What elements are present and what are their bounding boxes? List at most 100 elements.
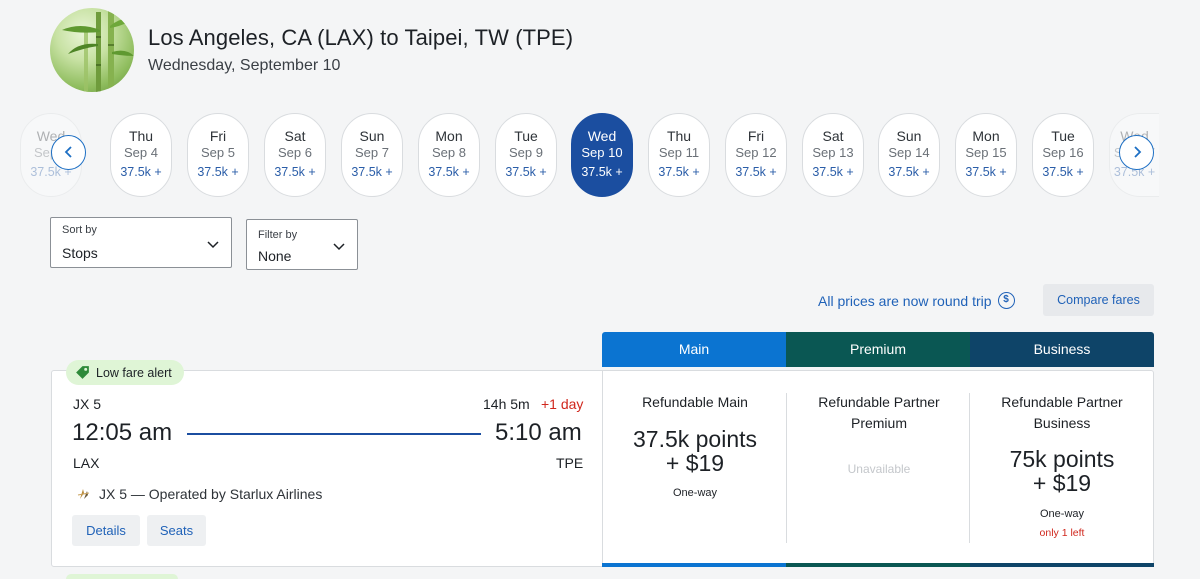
date-pill-points: 37.5k + [812,165,854,179]
price-tag-icon [76,366,89,379]
date-pill[interactable]: Sun Sep 7 37.5k + [341,113,403,197]
fare-color-main [602,563,786,567]
fare-points: 37.5k points [632,426,758,452]
date-pill-date: Sep 6 [278,145,312,160]
chevron-left-icon [64,146,72,158]
chevron-down-icon [207,241,219,249]
date-pill-date: Sep 13 [812,145,854,160]
low-fare-alert-text: Low fare alert [96,365,172,380]
fare-points: 75k points [1009,446,1115,472]
filter-select[interactable]: Filter by None [246,219,358,270]
arrival-time: 5:10 am [495,419,582,446]
date-pill-date: Sep 10 [581,145,623,160]
date-pill[interactable]: Sat Sep 13 37.5k + [802,113,864,197]
fare-name-line2: Business [1033,415,1091,431]
sort-label: Sort by [62,224,97,236]
details-button[interactable]: Details [72,515,140,546]
date-pill-date: Sep 8 [432,145,466,160]
fare-trip-type: One-way [1039,508,1085,520]
date-pill-points: 37.5k + [120,165,162,179]
date-pill-date: Sep 12 [735,145,777,160]
fare-name-line2: Premium [850,415,907,431]
date-pill-dow: Fri [209,128,227,144]
fare-name-line1: Refundable Partner [1001,394,1123,410]
date-pill-dow: Thu [666,128,692,144]
date-pill-dow: Sun [359,128,385,144]
low-fare-alert-badge: Low fare alert [66,360,184,385]
round-trip-note[interactable]: All prices are now round trip $ [818,292,1015,309]
fare-options: Refundable Main 37.5k points + $19 One-w… [602,371,1154,567]
fare-name-line1: Refundable Partner [818,394,940,410]
date-pill-dow: Mon [435,128,463,144]
origin-code: LAX [73,455,100,471]
fare-color-business [970,563,1154,567]
fare-option-business[interactable]: Refundable Partner Business 75k points +… [970,371,1154,567]
filter-value: None [258,248,292,264]
date-pill[interactable]: Tue Sep 9 37.5k + [495,113,557,197]
fare-class-tabs: Main Premium Business [602,332,1154,367]
date-pill-dow: Tue [1051,128,1075,144]
date-pill-points: 37.5k + [1042,165,1084,179]
date-pill-dow: Thu [128,128,154,144]
seats-button[interactable]: Seats [147,515,206,546]
prev-dates-button[interactable] [51,135,86,170]
tab-main[interactable]: Main [602,332,786,367]
date-pill-selected[interactable]: Wed Sep 10 37.5k + [571,113,633,197]
fare-option-main[interactable]: Refundable Main 37.5k points + $19 One-w… [603,371,787,567]
fare-unavailable: Unavailable [847,462,911,476]
date-pill-points: 37.5k + [735,165,777,179]
date-pill[interactable]: Thu Sep 4 37.5k + [110,113,172,197]
next-dates-button[interactable] [1119,135,1154,170]
destination-code: TPE [556,455,584,471]
seats-left-warning: only 1 left [1039,527,1085,539]
date-pill-points: 37.5k + [351,165,393,179]
fare-trip-type: One-way [672,487,718,499]
date-pill-points: 37.5k + [888,165,930,179]
chevron-right-icon [1133,146,1141,158]
date-pill[interactable]: Sun Sep 14 37.5k + [878,113,940,197]
fare-option-premium: Refundable Partner Premium Unavailable [787,371,971,567]
date-pill-points: 37.5k + [581,165,623,179]
date-pill[interactable]: Mon Sep 15 37.5k + [955,113,1017,197]
date-pill-date: Sep 7 [355,145,389,160]
destination-image [50,8,134,92]
date-strip: Wed Sep 3 37.5k + Thu Sep 4 37.5k + Fri … [20,113,1160,197]
date-pill-dow: Tue [514,128,538,144]
fare-cash: + $19 [665,450,725,476]
date-pill-points: 37.5k + [505,165,547,179]
operated-by: JX 5 — Operated by Starlux Airlines [77,486,322,502]
page-subtitle-date: Wednesday, September 10 [148,57,341,74]
starlux-logo-icon [77,489,90,499]
date-pill[interactable]: Fri Sep 12 37.5k + [725,113,787,197]
date-pill[interactable]: Fri Sep 5 37.5k + [187,113,249,197]
dollar-circle-icon: $ [997,292,1015,309]
sort-select[interactable]: Sort by Stops [50,217,232,268]
date-pill-points: 37.5k + [965,165,1007,179]
date-pill-date: Sep 14 [888,145,930,160]
date-pill-dow: Wed [587,128,617,144]
fare-color-premium [786,563,970,567]
sort-value: Stops [62,245,98,261]
date-pill-points: 37.5k + [274,165,316,179]
date-pill-date: Sep 11 [658,145,700,160]
date-pill-date: Sep 9 [509,145,543,160]
page-header: Los Angeles, CA (LAX) to Taipei, TW (TPE… [50,8,573,92]
flight-duration: 14h 5m [483,396,530,412]
date-pill-dow: Sat [822,128,844,144]
date-pill-dow: Mon [972,128,1000,144]
date-pill[interactable]: Tue Sep 16 37.5k + [1032,113,1094,197]
page-title: Los Angeles, CA (LAX) to Taipei, TW (TPE… [148,25,574,50]
filter-label: Filter by [258,229,298,241]
fare-cash: + $19 [1032,470,1092,496]
date-pill-dow: Sat [284,128,306,144]
compare-fares-button[interactable]: Compare fares [1043,284,1154,316]
date-pill[interactable]: Thu Sep 11 37.5k + [648,113,710,197]
route-line [187,433,481,435]
date-pill-dow: Sun [896,128,922,144]
date-pill[interactable]: Sat Sep 6 37.5k + [264,113,326,197]
date-pill-date: Sep 15 [965,145,1007,160]
date-pill[interactable]: Mon Sep 8 37.5k + [418,113,480,197]
next-card-badge [66,574,178,579]
tab-premium[interactable]: Premium [786,332,970,367]
tab-business[interactable]: Business [970,332,1154,367]
